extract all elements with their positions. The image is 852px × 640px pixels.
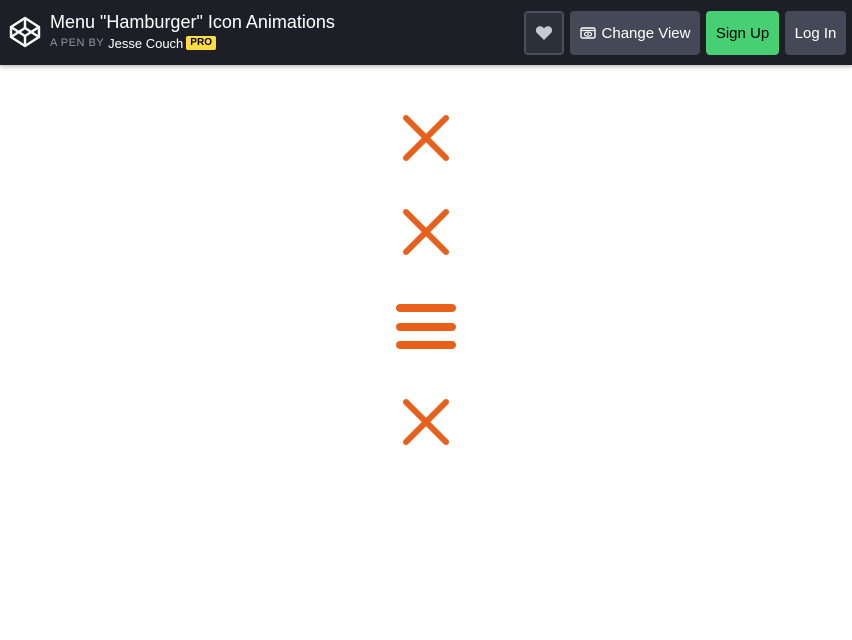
close-icon[interactable] [396, 202, 456, 262]
codepen-logo-icon[interactable] [9, 16, 41, 48]
pen-title-block: Menu "Hamburger" Icon Animations A PEN B… [50, 11, 335, 51]
pro-badge: PRO [186, 36, 216, 50]
close-icon[interactable] [396, 108, 456, 168]
eye-icon [579, 27, 596, 39]
pen-preview [0, 65, 852, 640]
author-link[interactable]: Jesse Couch [108, 36, 183, 51]
change-view-label: Change View [601, 24, 691, 42]
heart-icon [535, 26, 553, 40]
byline-prefix: A PEN BY [50, 37, 105, 49]
hamburger-icon[interactable] [396, 297, 456, 357]
pen-title: Menu "Hamburger" Icon Animations [50, 12, 335, 32]
pen-header: Menu "Hamburger" Icon Animations A PEN B… [0, 0, 852, 65]
change-view-button[interactable]: Change View [570, 11, 700, 55]
sign-up-button[interactable]: Sign Up [706, 11, 779, 55]
pen-byline: A PEN BY Jesse Couch PRO [50, 35, 335, 51]
heart-button[interactable] [524, 11, 564, 55]
close-icon[interactable] [396, 392, 456, 452]
log-in-button[interactable]: Log In [785, 11, 846, 55]
